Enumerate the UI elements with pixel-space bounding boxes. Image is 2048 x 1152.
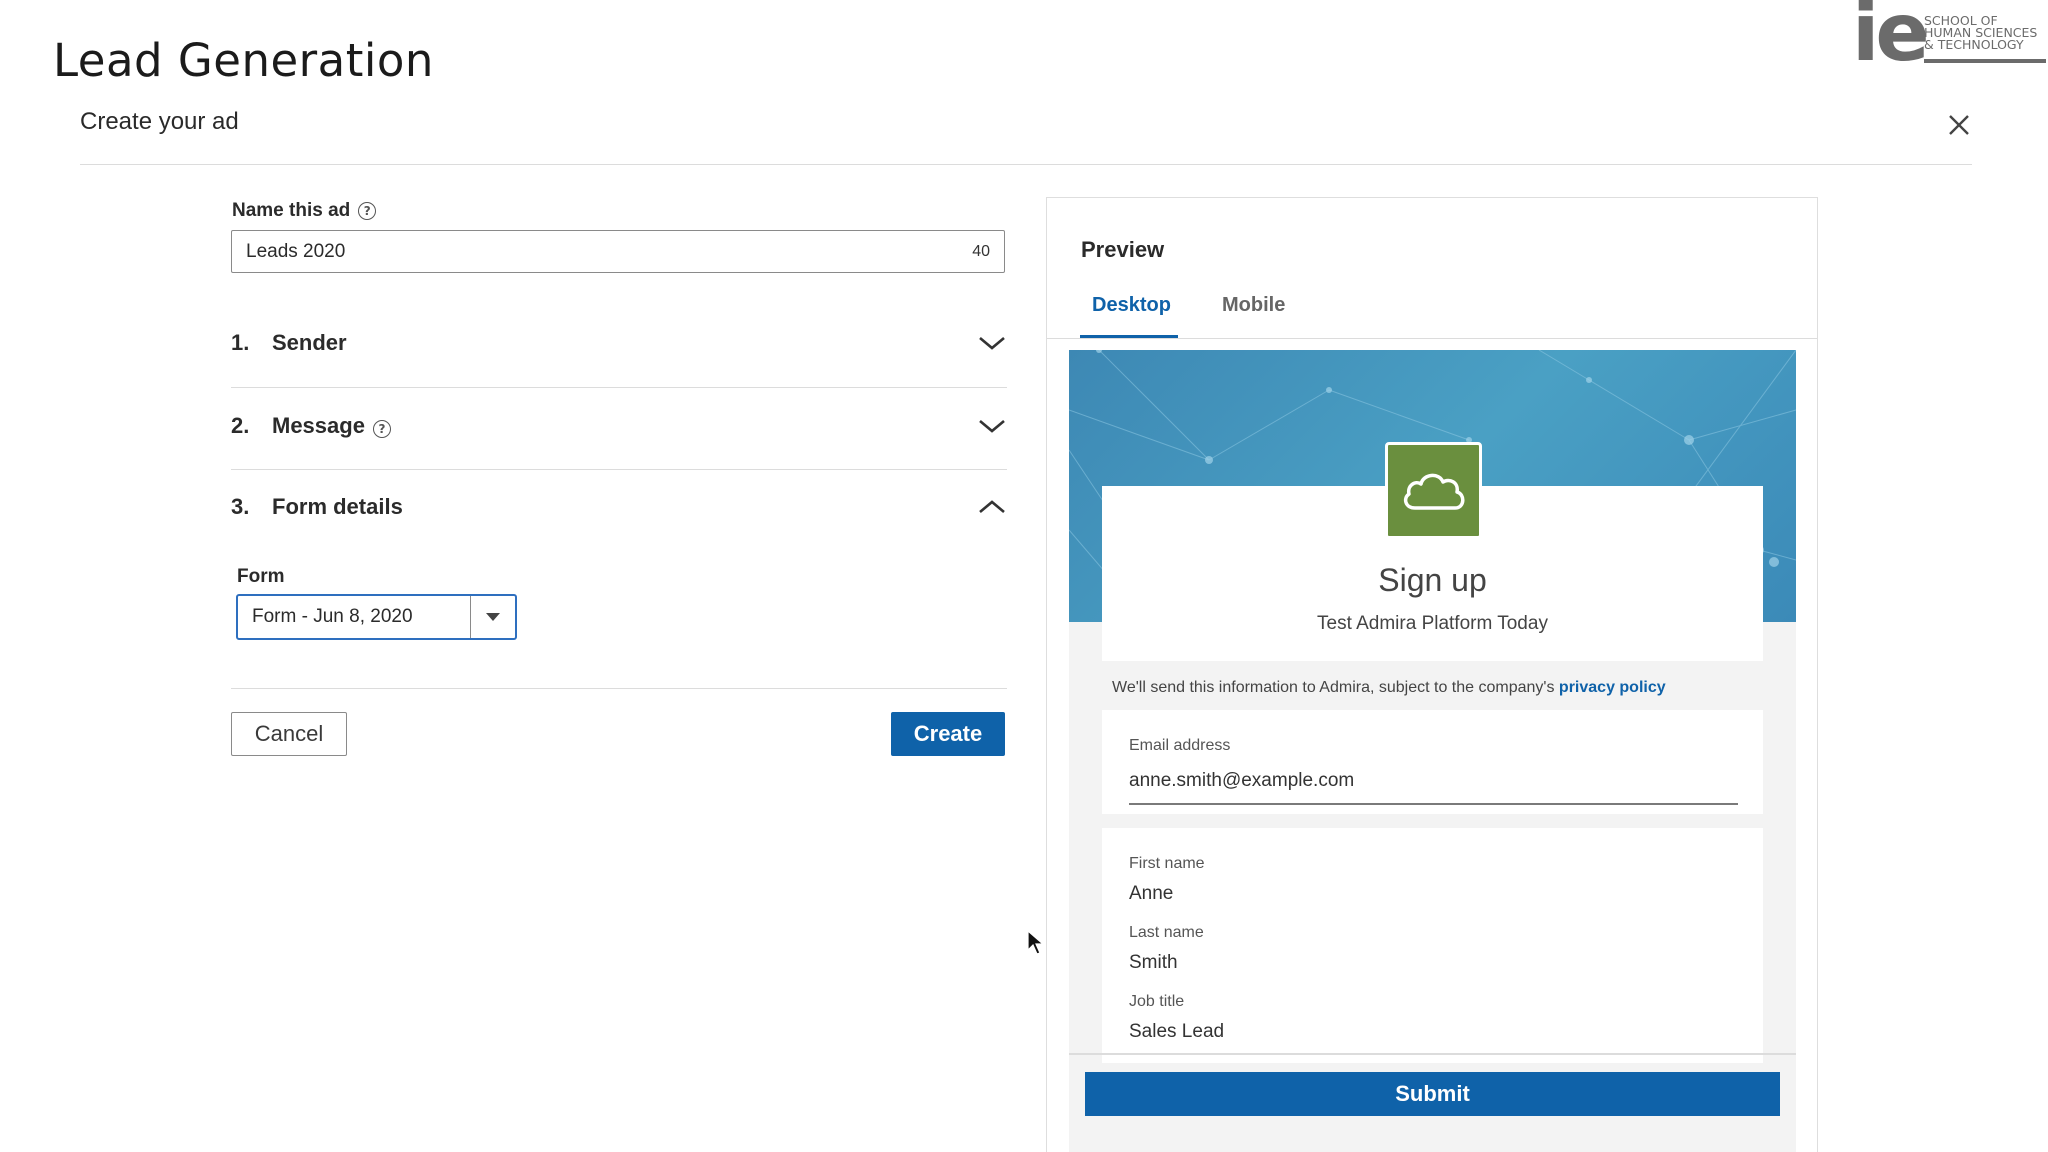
close-icon[interactable] [1944, 110, 1974, 140]
email-field[interactable]: anne.smith@example.com [1129, 770, 1354, 792]
header-divider [80, 164, 1972, 165]
tabs-divider [1047, 338, 1817, 339]
help-icon[interactable]: ? [372, 420, 391, 438]
signup-subtitle: Test Admira Platform Today [1317, 613, 1548, 634]
cloud-icon [1385, 442, 1482, 539]
section-label: Message [272, 413, 365, 438]
signup-title: Sign up [1378, 562, 1487, 598]
section-message[interactable]: 2. Message ? [231, 413, 1007, 439]
name-ad-label: Name this ad ? [232, 200, 377, 222]
section-label: Form details [272, 494, 403, 519]
submit-divider [1069, 1053, 1796, 1055]
help-icon[interactable]: ? [358, 202, 377, 220]
email-label: Email address [1129, 737, 1231, 754]
char-count: 40 [972, 242, 990, 260]
name-ad-label-text: Name this ad [232, 200, 351, 221]
section-divider [231, 469, 1007, 470]
ad-name-input[interactable]: Leads 2020 40 [231, 230, 1005, 273]
lead-form-preview: Sign up Test Admira Platform Today We'll… [1069, 350, 1796, 1152]
cancel-button[interactable]: Cancel [231, 712, 347, 756]
privacy-policy-link[interactable]: privacy policy [1559, 679, 1666, 696]
slide-title: Lead Generation [53, 34, 434, 87]
chevron-down-icon[interactable] [977, 417, 1007, 435]
tab-mobile[interactable]: Mobile [1222, 294, 1285, 317]
section-number: 3. [231, 494, 250, 519]
job-title-label: Job title [1129, 993, 1185, 1010]
first-name-label: First name [1129, 855, 1205, 872]
section-label: Sender [272, 330, 347, 355]
chevron-down-icon[interactable] [977, 334, 1007, 352]
form-divider [231, 688, 1007, 689]
privacy-text: We'll send this information to Admira, s… [1112, 679, 1555, 696]
section-sender[interactable]: 1. Sender [231, 330, 1007, 356]
section-form-details[interactable]: 3. Form details [231, 494, 1007, 520]
form-select-value[interactable]: Form - Jun 8, 2020 [238, 596, 471, 638]
form-select[interactable]: Form - Jun 8, 2020 [236, 594, 517, 640]
preview-title: Preview [1081, 237, 1165, 262]
logo-text: SCHOOL OF HUMAN SCIENCES & TECHNOLOGY [1924, 13, 2038, 52]
create-button[interactable]: Create [891, 712, 1005, 756]
school-logo: ie SCHOOL OF HUMAN SCIENCES & TECHNOLOGY [1852, 0, 2048, 79]
section-number: 2. [231, 413, 250, 438]
email-underline [1129, 803, 1738, 805]
last-name-field[interactable]: Smith [1129, 952, 1178, 974]
first-name-field[interactable]: Anne [1129, 883, 1173, 905]
tab-desktop[interactable]: Desktop [1092, 294, 1171, 317]
mouse-cursor-icon [1027, 930, 1045, 955]
profile-fields-card: First name Anne Last name Smith Job titl… [1102, 828, 1763, 1063]
section-number: 1. [231, 330, 250, 355]
privacy-notice: We'll send this information to Admira, s… [1112, 679, 1666, 697]
form-label: Form [237, 566, 285, 587]
modal-title: Create your ad [80, 108, 239, 135]
email-field-card: Email address anne.smith@example.com [1102, 710, 1763, 814]
ad-name-value[interactable]: Leads 2020 [246, 241, 345, 263]
submit-button[interactable]: Submit [1085, 1072, 1780, 1116]
preview-panel: Preview Desktop Mobile Sign up Test Admi… [1046, 197, 1818, 1152]
section-divider [231, 387, 1007, 388]
logo-mark: ie [1852, 0, 1930, 79]
job-title-field[interactable]: Sales Lead [1129, 1021, 1224, 1043]
caret-down-icon[interactable] [471, 596, 515, 638]
chevron-up-icon[interactable] [977, 498, 1007, 516]
last-name-label: Last name [1129, 924, 1204, 941]
logo-underline [1924, 59, 2046, 63]
